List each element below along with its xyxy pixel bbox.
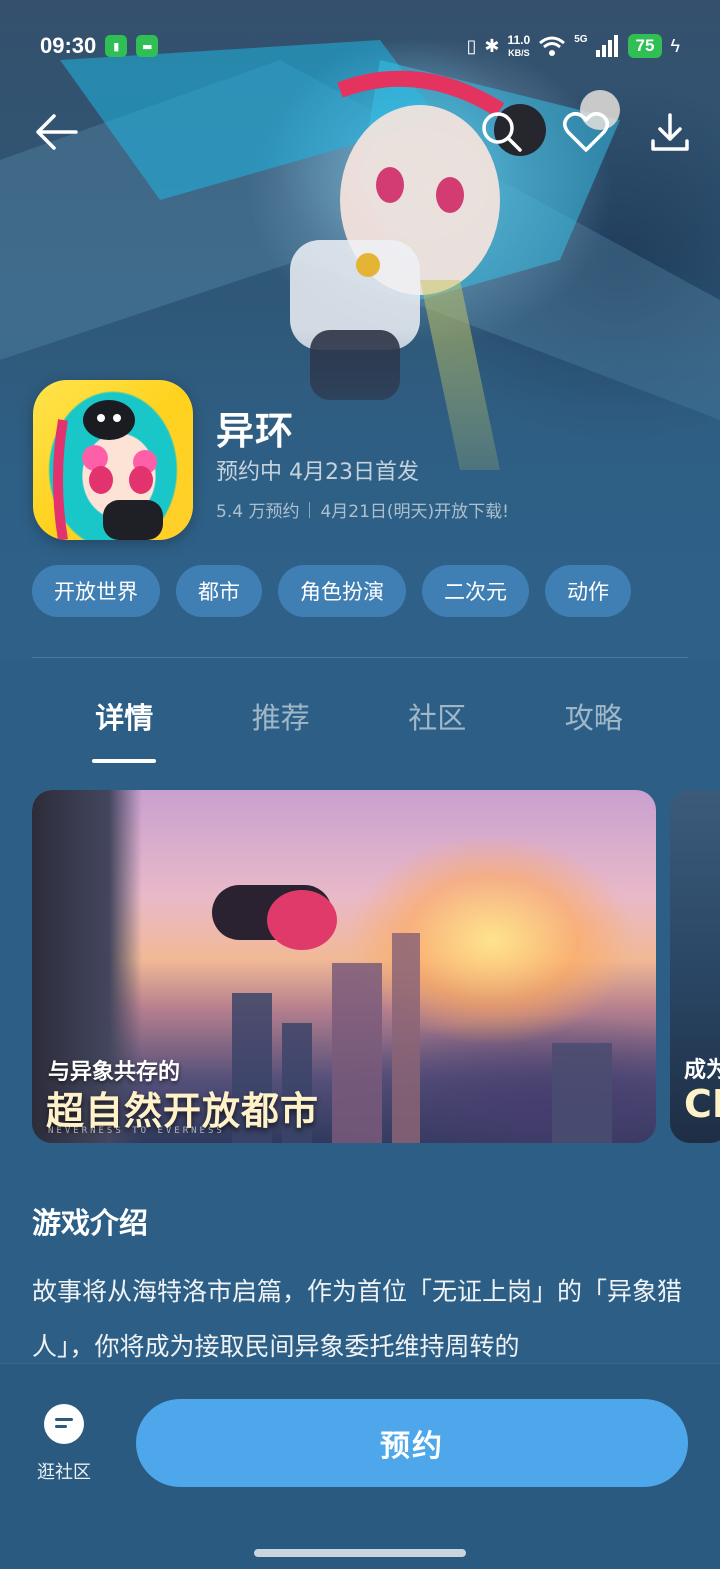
top-nav	[0, 100, 720, 164]
screenshot-1[interactable]: 与异象共存的 超自然开放都市 NEVERNESS TO EVERNESS	[32, 790, 656, 1143]
vibrate-icon: ▯	[466, 35, 477, 56]
tab-guides[interactable]: 攻略	[516, 695, 673, 767]
net-speed: 11.0 KB/S	[508, 34, 531, 59]
tag-list: 开放世界 都市 角色扮演 二次元 动作	[32, 565, 631, 617]
tab-recommend-label: 推荐	[251, 701, 310, 735]
download-notice: 4月21日(明天)开放下载!	[320, 502, 509, 522]
meta-divider	[309, 501, 311, 518]
tab-recommend[interactable]: 推荐	[203, 695, 360, 767]
notification-message-icon: ▬	[136, 35, 159, 57]
tag-open-world[interactable]: 开放世界	[32, 565, 160, 617]
heart-icon	[563, 112, 609, 152]
status-time: 09:30	[40, 33, 97, 58]
screenshot-2[interactable]: 成为 CI	[670, 790, 720, 1143]
game-title: 异环	[216, 409, 295, 453]
download-icon	[651, 113, 689, 151]
charging-icon: ϟ	[670, 35, 680, 56]
search-button[interactable]	[470, 100, 534, 164]
favorite-button[interactable]	[554, 100, 618, 164]
screenshot-2-caption-big: CI	[684, 1082, 720, 1126]
app-icon	[33, 380, 193, 540]
screenshot-2-caption-small: 成为	[684, 1058, 720, 1083]
bottom-bar: 逛社区 预约	[0, 1363, 720, 1569]
chat-bubble-glyph	[55, 1418, 73, 1444]
net-speed-unit: KB/S	[508, 47, 530, 58]
tag-rpg[interactable]: 角色扮演	[278, 565, 406, 617]
reserve-button[interactable]: 预约	[136, 1399, 688, 1487]
building	[392, 933, 420, 1143]
tab-community[interactable]: 社区	[359, 695, 516, 767]
signal-icon	[595, 35, 618, 57]
wifi-icon	[539, 36, 566, 56]
hero-banner	[0, 0, 720, 660]
battery-indicator: 75	[627, 34, 663, 58]
building	[552, 1043, 612, 1143]
home-indicator[interactable]	[254, 1549, 466, 1557]
tag-action[interactable]: 动作	[545, 565, 631, 617]
download-button[interactable]	[638, 100, 702, 164]
active-tab-indicator	[92, 759, 157, 763]
release-status: 预约中 4月23日首发	[216, 460, 419, 485]
character-hair	[267, 890, 337, 950]
back-button[interactable]	[24, 100, 88, 164]
community-label: 逛社区	[37, 1462, 91, 1483]
status-right: ▯ ✱ 11.0 KB/S 5G 75 ϟ	[466, 33, 680, 59]
section-divider	[32, 657, 688, 658]
bluetooth-icon: ✱	[484, 35, 500, 56]
app-icon-artwork	[53, 400, 163, 540]
network-type: 5G	[574, 33, 588, 45]
screenshot-caption-tiny: NEVERNESS TO EVERNESS	[48, 1126, 225, 1136]
arrow-left-icon	[36, 114, 78, 150]
net-speed-value: 11.0	[507, 32, 531, 47]
tag-urban[interactable]: 都市	[176, 565, 262, 617]
notification-app-icon: ▮	[105, 35, 128, 57]
building	[332, 963, 382, 1143]
intro-title: 游戏介绍	[32, 1206, 149, 1240]
tab-details[interactable]: 详情	[46, 695, 203, 767]
tab-community-label: 社区	[408, 701, 467, 735]
tab-guides-label: 攻略	[564, 701, 623, 735]
tag-anime[interactable]: 二次元	[422, 565, 529, 617]
reservation-count: 5.4 万预约	[216, 502, 300, 522]
intro-text: 故事将从海特洛市启篇，作为首位「无证上岗」的「异象猎人」，你将成为接取民间异象委…	[32, 1277, 683, 1361]
search-icon	[482, 112, 522, 152]
tab-details-label: 详情	[95, 701, 154, 735]
community-button[interactable]: 逛社区	[24, 1404, 104, 1484]
status-bar: 09:30 ▮ ▬ ▯ ✱ 11.0 KB/S 5G 75 ϟ	[0, 0, 720, 92]
tab-bar: 详情 推荐 社区 攻略	[46, 695, 672, 767]
chat-bubble-icon	[44, 1404, 84, 1444]
game-meta: 5.4 万预约 4月21日(明天)开放下载!	[216, 497, 509, 522]
